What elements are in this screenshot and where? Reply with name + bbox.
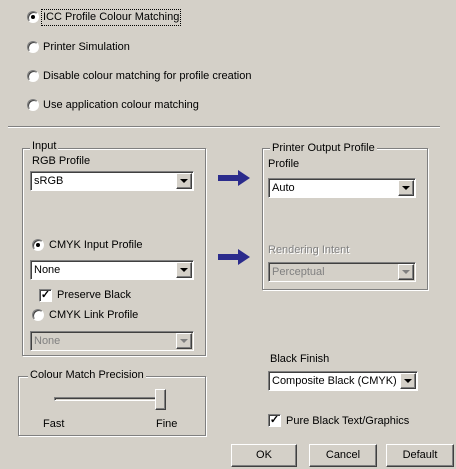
radio-disable-matching[interactable]	[27, 70, 39, 82]
label-icc-profile[interactable]: ICC Profile Colour Matching	[40, 9, 182, 26]
radio-cmyk-input-profile[interactable]	[32, 239, 44, 251]
ok-button[interactable]: OK	[231, 444, 297, 467]
cmyk-link-profile-label[interactable]: CMYK Link Profile	[49, 309, 138, 322]
radio-printer-simulation[interactable]	[27, 41, 39, 53]
chevron-down-icon[interactable]	[176, 262, 192, 278]
precision-slider-thumb[interactable]	[155, 389, 166, 410]
chevron-down-icon[interactable]	[176, 173, 192, 189]
rendering-intent-select[interactable]: Perceptual	[268, 262, 416, 282]
output-profile-label: Profile	[268, 158, 300, 170]
right-arrow-icon	[218, 170, 250, 186]
black-finish-label: Black Finish	[270, 353, 330, 365]
pure-black-checkbox[interactable]: ✓	[268, 414, 281, 427]
cmyk-input-profile-value: None	[34, 264, 61, 276]
radio-icc-profile[interactable]	[27, 11, 39, 23]
label-printer-simulation[interactable]: Printer Simulation	[43, 41, 130, 54]
checkmark-icon: ✓	[269, 414, 280, 426]
right-arrow-icon	[218, 249, 250, 265]
rgb-profile-label: RGB Profile	[32, 155, 91, 167]
separator	[8, 126, 440, 128]
cmyk-input-profile-label[interactable]: CMYK Input Profile	[49, 239, 143, 252]
preserve-black-checkbox[interactable]: ✓	[39, 289, 52, 302]
checkmark-icon: ✓	[40, 289, 51, 301]
output-profile-select[interactable]: Auto	[268, 178, 416, 198]
chevron-down-icon	[176, 333, 192, 349]
rgb-profile-select[interactable]: sRGB	[30, 171, 194, 191]
precision-slider-track[interactable]	[54, 397, 164, 401]
default-button[interactable]: Default	[386, 444, 454, 467]
pure-black-label[interactable]: Pure Black Text/Graphics	[286, 415, 409, 428]
label-disable-matching[interactable]: Disable colour matching for profile crea…	[43, 70, 252, 83]
cmyk-input-profile-select[interactable]: None	[30, 260, 194, 280]
radio-cmyk-link-profile[interactable]	[32, 309, 44, 321]
precision-fine-label: Fine	[156, 418, 178, 430]
black-finish-select[interactable]: Composite Black (CMYK)	[268, 371, 418, 391]
output-profile-value: Auto	[272, 182, 295, 194]
rendering-intent-label: Rendering Intent	[268, 244, 350, 256]
chevron-down-icon[interactable]	[400, 373, 416, 389]
black-finish-value: Composite Black (CMYK)	[272, 375, 397, 387]
rgb-profile-value: sRGB	[34, 175, 64, 187]
cmyk-link-profile-select[interactable]: None	[30, 331, 194, 351]
cmyk-link-profile-value: None	[34, 335, 61, 347]
chevron-down-icon	[398, 264, 414, 280]
preserve-black-label[interactable]: Preserve Black	[57, 289, 131, 302]
chevron-down-icon[interactable]	[398, 180, 414, 196]
precision-fast-label: Fast	[43, 418, 65, 430]
printer-output-profile-legend: Printer Output Profile	[270, 142, 377, 155]
input-group-legend: Input	[30, 140, 59, 153]
rendering-intent-value: Perceptual	[272, 266, 325, 278]
colour-match-precision-legend: Colour Match Precision	[28, 369, 146, 382]
cancel-button[interactable]: Cancel	[309, 444, 377, 467]
radio-application-matching[interactable]	[27, 99, 39, 111]
label-application-matching[interactable]: Use application colour matching	[43, 99, 199, 112]
